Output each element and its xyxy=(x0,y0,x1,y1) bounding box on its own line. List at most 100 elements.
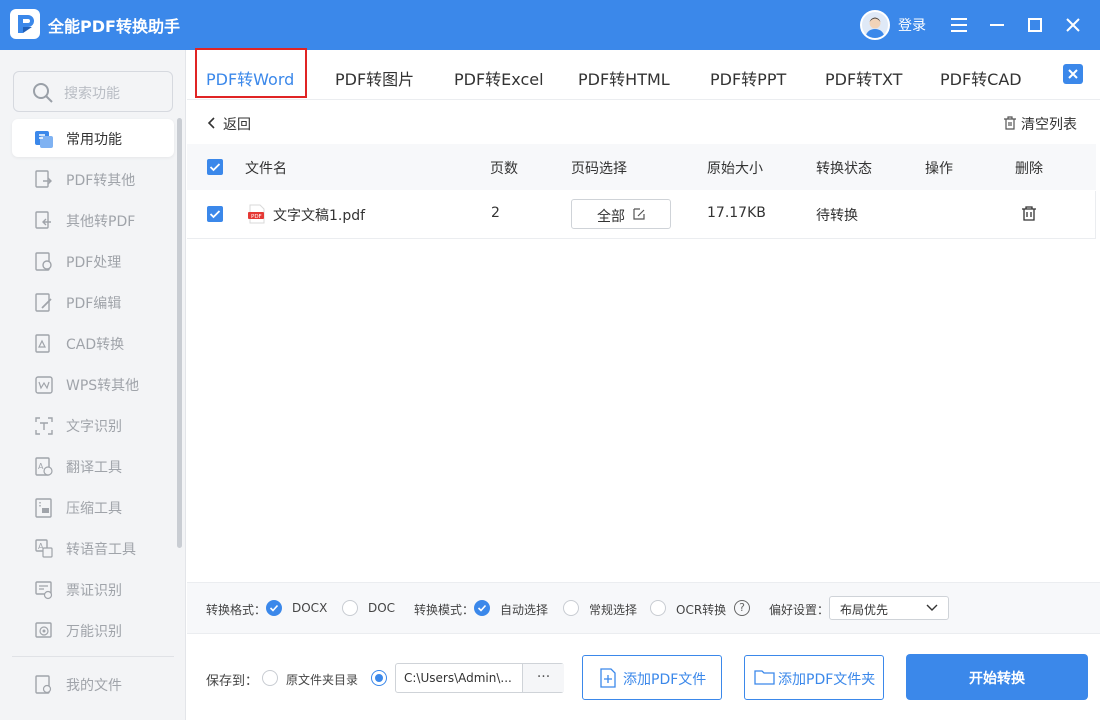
clear-list-icon[interactable] xyxy=(1002,115,1018,131)
edit-icon xyxy=(633,208,645,220)
format-docx-radio[interactable] xyxy=(266,600,282,616)
clear-list-button[interactable]: 清空列表 xyxy=(1021,114,1077,134)
sidebar-item-speech[interactable]: A 转语音工具 xyxy=(12,529,174,567)
menu-icon[interactable] xyxy=(946,12,972,38)
file-size: 17.17KB xyxy=(707,205,766,221)
save-path-field[interactable]: C:\Users\Admin\... ··· xyxy=(395,663,564,693)
close-icon[interactable] xyxy=(1060,12,1086,38)
sidebar-item-label: 文字识别 xyxy=(66,419,122,435)
app-title: 全能PDF转换助手 xyxy=(48,17,180,36)
format-doc-label: DOC xyxy=(368,601,396,615)
select-all-checkbox[interactable] xyxy=(207,159,223,175)
format-label: 转换格式： xyxy=(206,603,267,617)
header-pages: 页数 xyxy=(490,161,518,177)
text-recognition-icon xyxy=(34,416,54,436)
sidebar-item-my-files[interactable]: 我的文件 xyxy=(12,665,174,703)
header-page-select: 页码选择 xyxy=(571,161,627,177)
tab-pdf-to-txt[interactable]: PDF转TXT xyxy=(825,66,902,90)
other-to-pdf-icon xyxy=(34,211,54,231)
sidebar-item-pdf-to-other[interactable]: PDF转其他 xyxy=(12,160,174,198)
sidebar-item-label: 压缩工具 xyxy=(66,501,122,517)
start-convert-label: 开始转换 xyxy=(969,671,1025,687)
translate-icon: A xyxy=(34,457,54,477)
sidebar-item-label: 转语音工具 xyxy=(66,542,136,558)
sidebar-item-translate[interactable]: A 翻译工具 xyxy=(12,447,174,485)
my-files-icon xyxy=(34,675,54,695)
search-icon xyxy=(33,83,53,103)
user-avatar[interactable] xyxy=(860,10,890,40)
tab-pdf-to-html[interactable]: PDF转HTML xyxy=(578,66,670,90)
add-pdf-folder-button[interactable]: 添加PDF文件夹 xyxy=(744,655,884,700)
save-source-label: 原文件夹目录 xyxy=(286,673,359,687)
tab-close-icon[interactable] xyxy=(1063,64,1083,84)
sidebar-item-common[interactable]: 常用功能 xyxy=(12,119,174,157)
sidebar-item-label: WPS转其他 xyxy=(66,378,140,394)
sidebar-item-label: 翻译工具 xyxy=(66,460,122,476)
search-input[interactable]: 搜索功能 xyxy=(13,71,173,112)
add-pdf-file-button[interactable]: 添加PDF文件 xyxy=(582,655,722,700)
tab-pdf-to-image[interactable]: PDF转图片 xyxy=(335,66,414,90)
sidebar-item-universal[interactable]: 万能识别 xyxy=(12,611,174,649)
sidebar-item-compress[interactable]: 压缩工具 xyxy=(12,488,174,526)
maximize-icon[interactable] xyxy=(1022,12,1048,38)
sidebar: 搜索功能 常用功能 PDF转其他 其他转PDF PDF处理 PDF编辑 CAD转… xyxy=(0,50,186,720)
file-name: 文字文稿1.pdf xyxy=(273,208,366,224)
sidebar-item-label: CAD转换 xyxy=(66,337,125,353)
back-button[interactable]: 返回 xyxy=(223,114,251,134)
save-source-radio[interactable] xyxy=(262,670,278,686)
tab-pdf-to-cad[interactable]: PDF转CAD xyxy=(940,66,1022,90)
mode-auto-label: 自动选择 xyxy=(500,603,549,617)
back-chevron-icon[interactable] xyxy=(206,115,218,131)
folder-icon xyxy=(754,670,775,685)
sidebar-item-pdf-edit[interactable]: PDF编辑 xyxy=(12,283,174,321)
sidebar-item-cad[interactable]: CAD转换 xyxy=(12,324,174,362)
sidebar-item-wps[interactable]: WPS转其他 xyxy=(12,365,174,403)
universal-recognition-icon xyxy=(34,621,54,641)
browse-path-button[interactable]: ··· xyxy=(522,664,564,692)
save-custom-radio[interactable] xyxy=(371,670,387,686)
delete-row-icon[interactable] xyxy=(1021,205,1037,222)
tab-pdf-to-excel[interactable]: PDF转Excel xyxy=(454,66,544,90)
format-docx-label: DOCX xyxy=(292,601,328,615)
table-header: 文件名 页数 页码选择 原始大小 转换状态 操作 删除 xyxy=(187,144,1096,190)
speech-icon: A xyxy=(34,539,54,559)
sidebar-item-ticket[interactable]: 票证识别 xyxy=(12,570,174,608)
header-file-name: 文件名 xyxy=(245,161,287,177)
page-select-button[interactable]: 全部 xyxy=(571,199,671,229)
sidebar-item-text-recognition[interactable]: 文字识别 xyxy=(12,406,174,444)
svg-text:A: A xyxy=(38,462,44,471)
mode-auto-radio[interactable] xyxy=(474,600,490,616)
header-action: 操作 xyxy=(925,161,953,177)
sidebar-item-label: 票证识别 xyxy=(66,583,122,599)
help-icon[interactable]: ? xyxy=(734,600,750,616)
add-pdf-file-label: 添加PDF文件 xyxy=(623,672,707,688)
pref-select[interactable]: 布局优先 xyxy=(829,596,949,620)
active-tab-highlight xyxy=(195,48,307,98)
mode-ocr-label: OCR转换 xyxy=(676,603,727,617)
mode-normal-label: 常规选择 xyxy=(589,603,638,617)
cad-convert-icon xyxy=(34,334,54,354)
sidebar-item-label: 常用功能 xyxy=(66,132,122,148)
sidebar-item-other-to-pdf[interactable]: 其他转PDF xyxy=(12,201,174,239)
compress-icon xyxy=(34,498,54,518)
svg-text:PDF: PDF xyxy=(251,214,262,220)
sidebar-scrollbar[interactable] xyxy=(177,118,182,548)
common-functions-icon xyxy=(34,129,54,149)
save-to-label: 保存到： xyxy=(206,674,259,689)
login-link[interactable]: 登录 xyxy=(898,15,926,35)
format-doc-radio[interactable] xyxy=(342,600,358,616)
mode-ocr-radio[interactable] xyxy=(650,600,666,616)
search-placeholder: 搜索功能 xyxy=(64,86,120,102)
minimize-icon[interactable] xyxy=(984,12,1010,38)
tab-pdf-to-ppt[interactable]: PDF转PPT xyxy=(710,66,786,90)
sidebar-item-label: PDF转其他 xyxy=(66,173,136,189)
row-checkbox[interactable] xyxy=(207,206,223,222)
sidebar-item-label: PDF处理 xyxy=(66,255,122,271)
mode-normal-radio[interactable] xyxy=(563,600,579,616)
start-convert-button[interactable]: 开始转换 xyxy=(906,654,1088,700)
pref-select-value: 布局优先 xyxy=(840,603,889,617)
page-count: 2 xyxy=(491,205,500,221)
sidebar-item-pdf-process[interactable]: PDF处理 xyxy=(12,242,174,280)
pdf-edit-icon xyxy=(34,293,54,313)
pdf-file-icon: PDF xyxy=(248,204,265,224)
